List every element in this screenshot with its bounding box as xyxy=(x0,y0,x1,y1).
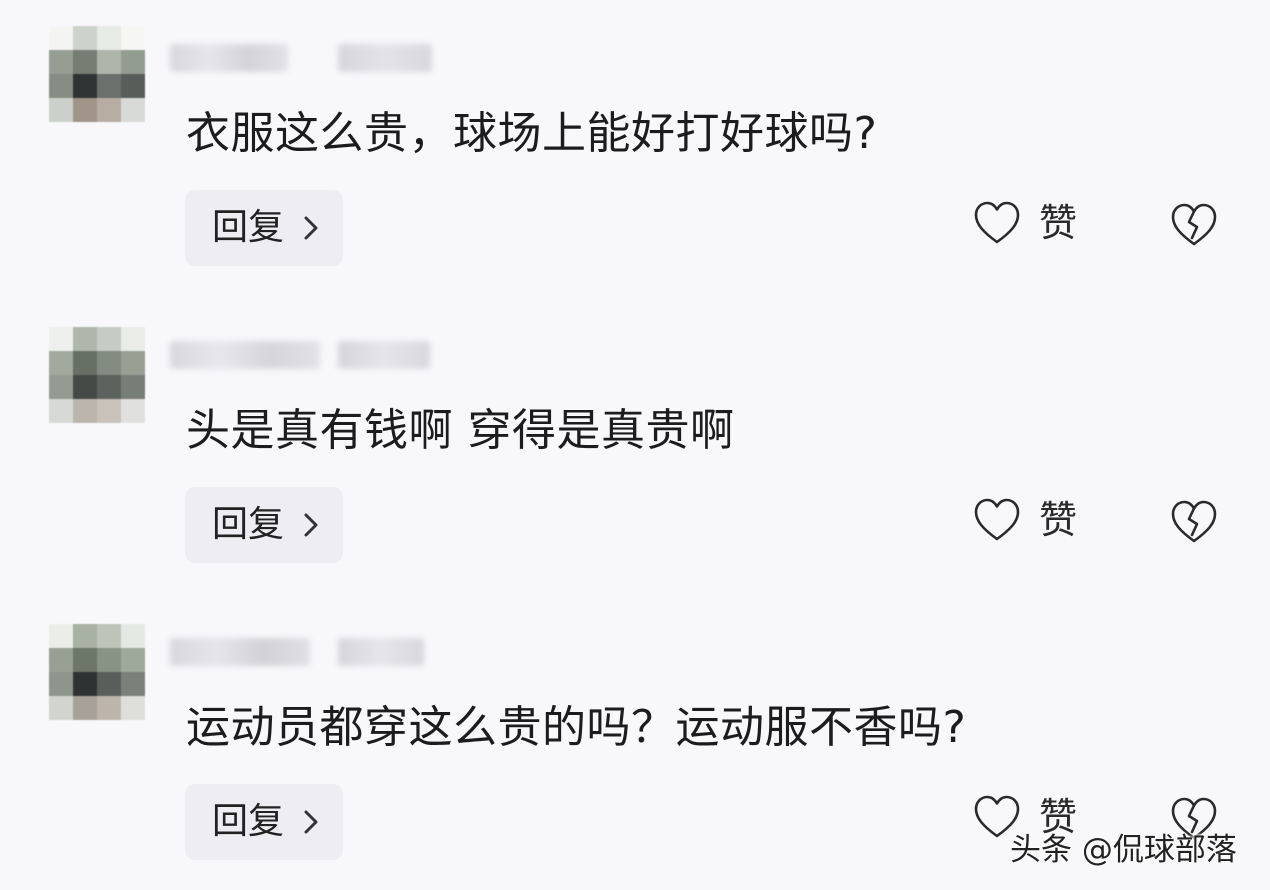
username-blurred xyxy=(338,44,432,72)
reply-button[interactable]: 回复 xyxy=(185,784,343,860)
like-label: 赞 xyxy=(1039,498,1078,542)
reply-label: 回复 xyxy=(212,504,285,545)
chevron-right-icon xyxy=(304,810,318,834)
reply-button[interactable]: 回复 xyxy=(185,190,343,266)
reply-label: 回复 xyxy=(212,207,285,248)
username-blurred xyxy=(338,341,430,369)
comment-text: 衣服这么贵，球场上能好打好球吗? xyxy=(186,108,878,159)
avatar[interactable] xyxy=(49,327,145,433)
comment-item: 衣服这么贵，球场上能好打好球吗? 回复 赞 xyxy=(0,0,1270,290)
broken-heart-icon[interactable] xyxy=(1170,499,1218,545)
heart-outline-icon xyxy=(974,201,1020,244)
comment-text: 运动员都穿这么贵的吗？运动服不香吗? xyxy=(186,702,967,753)
reply-label: 回复 xyxy=(212,801,285,842)
heart-outline-icon xyxy=(974,498,1020,541)
like-label: 赞 xyxy=(1039,201,1078,245)
reply-button[interactable]: 回复 xyxy=(185,487,343,563)
username-blurred xyxy=(338,638,424,666)
like-button[interactable]: 赞 xyxy=(973,497,1077,543)
chevron-right-icon xyxy=(304,513,318,537)
username-blurred xyxy=(170,44,288,72)
username-blurred xyxy=(170,341,320,369)
avatar[interactable] xyxy=(49,624,145,724)
comment-item: 头是真有钱啊 穿得是真贵啊 回复 赞 xyxy=(0,297,1270,587)
avatar[interactable] xyxy=(49,26,145,142)
username-blurred xyxy=(170,638,310,666)
like-button[interactable]: 赞 xyxy=(973,200,1077,246)
comment-text: 头是真有钱啊 穿得是真贵啊 xyxy=(186,405,735,456)
chevron-right-icon xyxy=(304,216,318,240)
watermark: 头条 @侃球部落 xyxy=(1010,832,1237,868)
broken-heart-icon[interactable] xyxy=(1170,202,1218,248)
